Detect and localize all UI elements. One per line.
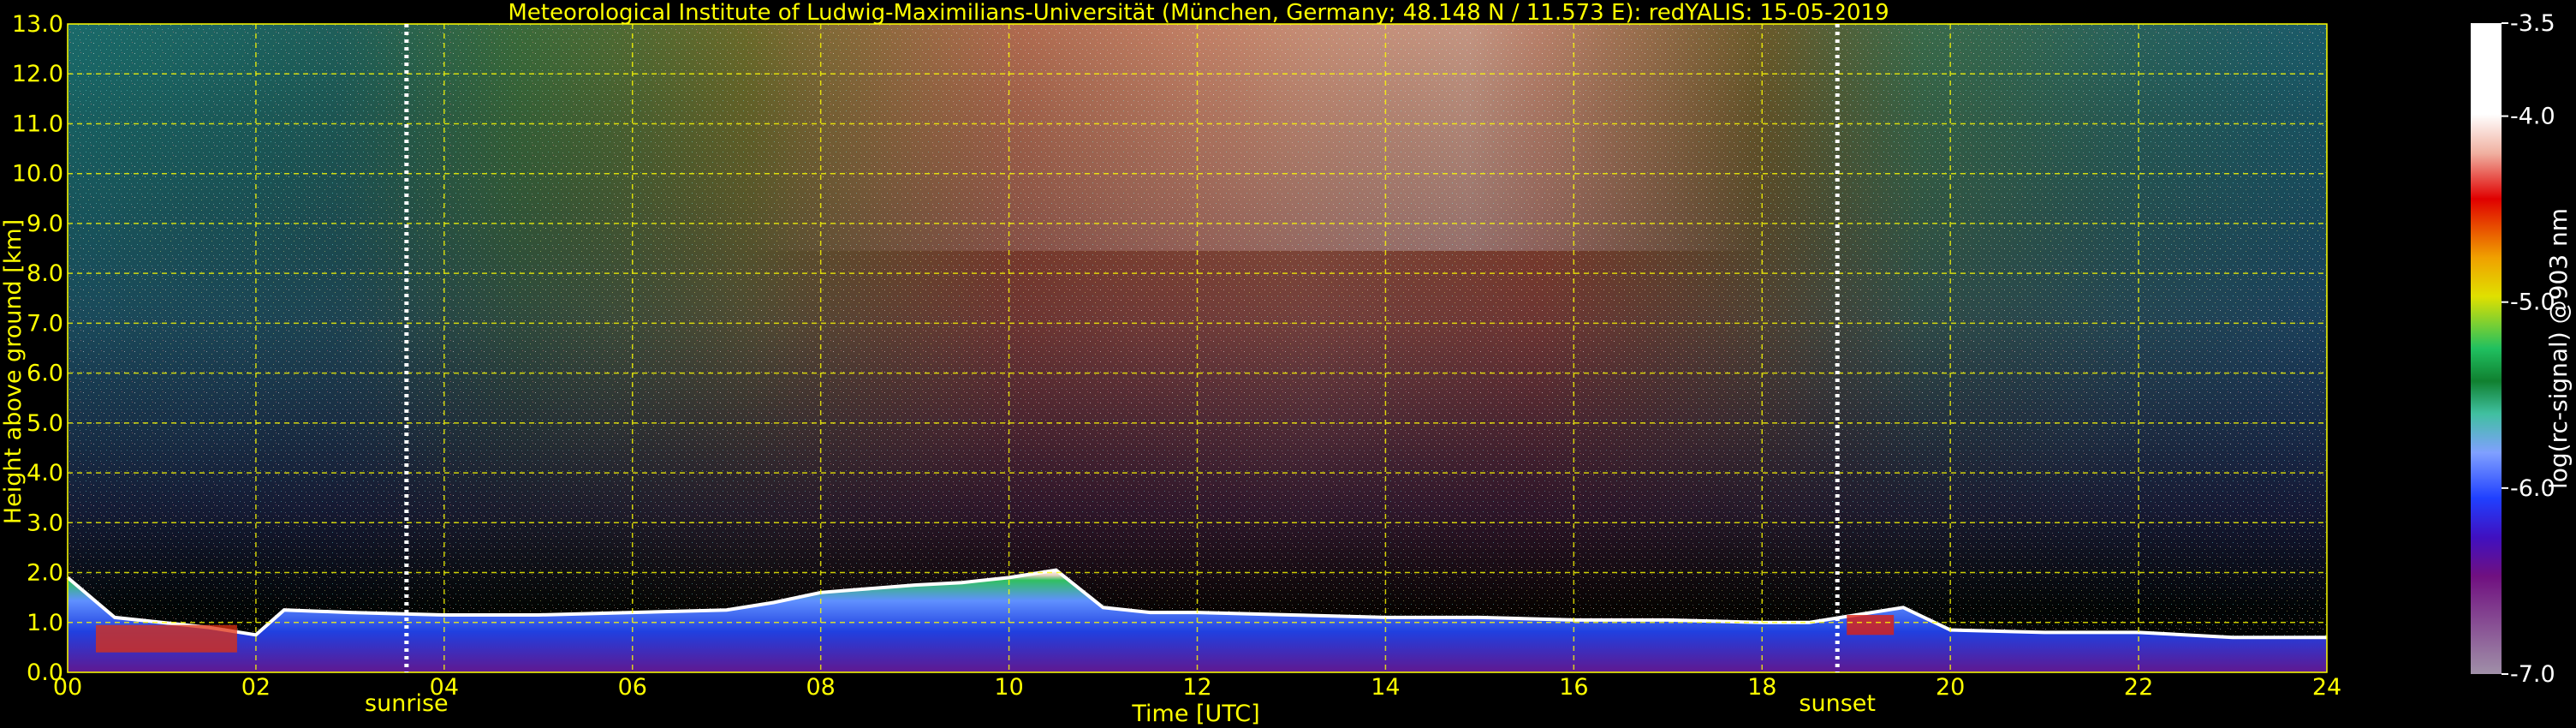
y-tick-label: 13.0: [12, 11, 63, 38]
x-axis-label: Time [UTC]: [1131, 701, 1259, 727]
colorbar-tick-label: -4.0: [2510, 104, 2555, 130]
y-tick-label: 12.0: [12, 61, 63, 87]
sunset-label: sunset: [1799, 690, 1876, 717]
x-tick-label: 16: [1559, 674, 1588, 701]
colorbar-tick-label: -3.5: [2510, 10, 2555, 37]
x-tick-label: 10: [994, 674, 1023, 701]
y-tick-label: 0.0: [27, 659, 63, 686]
x-tick-label: 14: [1371, 674, 1400, 701]
sunrise-label: sunrise: [365, 690, 449, 717]
x-tick-label: 12: [1182, 674, 1211, 701]
x-tick-label: 08: [806, 674, 835, 701]
y-tick-label: 7.0: [27, 310, 63, 337]
y-tick-label: 2.0: [27, 560, 63, 587]
colorbar: [2471, 23, 2502, 674]
colorbar-tick-label: -7.0: [2510, 661, 2555, 688]
y-tick-label: 8.0: [27, 260, 63, 287]
x-tick-label: 06: [618, 674, 647, 701]
aerosol-patch: [1847, 615, 1895, 636]
y-axis-label: Height above ground [km]: [0, 219, 27, 524]
aerosol-patch: [95, 624, 237, 653]
colorbar-gradient: [2471, 23, 2502, 674]
y-tick-label: 9.0: [27, 211, 63, 237]
x-tick-label: 24: [2312, 674, 2341, 701]
y-tick-label: 5.0: [27, 410, 63, 437]
x-tick-label: 22: [2124, 674, 2153, 701]
y-tick-label: 11.0: [12, 110, 63, 137]
y-tick-label: 4.0: [27, 460, 63, 486]
lidar-chart: 00 02 04 06 08 10 12 14 16 18 20 22 24 0.01.02.03.04…: [0, 0, 2573, 727]
colorbar-label: log(rc-signal) @903 nm: [2544, 208, 2573, 489]
y-tick-label: 3.0: [27, 510, 63, 536]
y-tick-label: 10.0: [12, 161, 63, 188]
y-tick-label: 6.0: [27, 361, 63, 387]
x-tick-label: 20: [1936, 674, 1965, 701]
x-tick-label: 02: [241, 674, 271, 701]
x-tick-label: 18: [1747, 674, 1776, 701]
y-tick-label: 1.0: [27, 610, 63, 636]
chart-title: Meteorological Institute of Ludwig-Maxim…: [508, 0, 1889, 26]
